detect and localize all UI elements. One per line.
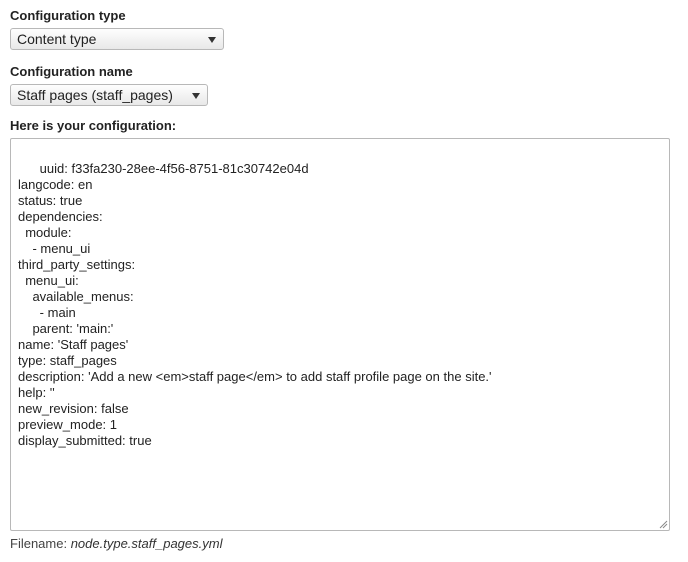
config-name-label: Configuration name — [10, 64, 133, 79]
config-type-selected-value: Content type — [17, 31, 97, 47]
config-type-field: Configuration type Content type — [10, 8, 678, 50]
config-name-selected-value: Staff pages (staff_pages) — [17, 87, 173, 103]
chevron-down-icon — [208, 37, 216, 43]
config-export-form: Configuration type Content type Configur… — [0, 0, 688, 562]
filename-line: Filename: node.type.staff_pages.yml — [10, 536, 678, 552]
config-name-select[interactable]: Staff pages (staff_pages) — [10, 84, 208, 106]
config-name-field: Configuration name Staff pages (staff_pa… — [10, 64, 678, 106]
filename-value: node.type.staff_pages.yml — [70, 536, 223, 551]
config-output-text: uuid: f33fa230-28ee-4f56-8751-81c30742e0… — [18, 161, 492, 448]
resize-handle-icon[interactable] — [658, 519, 668, 529]
config-output-label: Here is your configuration: — [10, 118, 177, 133]
config-output-textarea[interactable]: uuid: f33fa230-28ee-4f56-8751-81c30742e0… — [10, 138, 670, 531]
chevron-down-icon — [192, 93, 200, 99]
config-type-label: Configuration type — [10, 8, 126, 23]
filename-label: Filename: — [10, 536, 71, 551]
config-output-field: Here is your configuration: uuid: f33fa2… — [10, 118, 678, 552]
config-type-select[interactable]: Content type — [10, 28, 224, 50]
